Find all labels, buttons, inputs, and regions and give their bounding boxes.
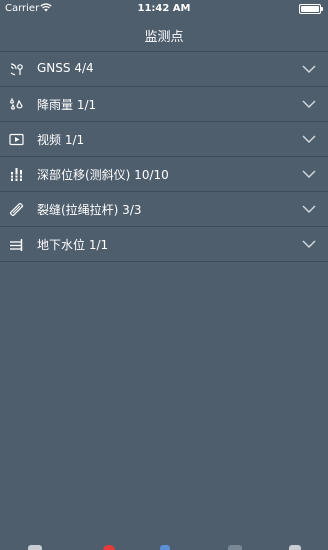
list-item-deep-displacement[interactable]: 深部位移(测斜仪) 10/10 xyxy=(0,157,328,192)
list-item-gnss[interactable]: GNSS 4/4 xyxy=(0,52,328,87)
list-item-crack[interactable]: 裂缝(拉绳拉杆) 3/3 xyxy=(0,192,328,227)
rain-drops-icon xyxy=(9,97,23,110)
navigation-bar: 监测点 xyxy=(0,18,328,52)
chevron-down-icon xyxy=(302,100,316,108)
chevron-down-icon xyxy=(302,135,316,143)
tab-icon[interactable] xyxy=(28,545,42,550)
video-play-icon xyxy=(9,133,24,146)
clock: 11:42 AM xyxy=(137,3,191,14)
list-item-label: 裂缝(拉绳拉杆) 3/3 xyxy=(37,203,142,217)
battery-icon xyxy=(299,4,323,14)
page-title: 监测点 xyxy=(144,30,184,45)
tab-icon[interactable] xyxy=(160,545,170,550)
status-bar: Carrier 11:42 AM xyxy=(0,0,328,18)
monitoring-point-list: GNSS 4/4 降雨量 1/1 视频 1/1 深部位移(测斜仪) 10/10 … xyxy=(0,52,328,262)
crack-gauge-icon xyxy=(9,202,24,217)
list-item-video[interactable]: 视频 1/1 xyxy=(0,122,328,157)
list-item-label: 深部位移(测斜仪) 10/10 xyxy=(37,168,169,182)
list-item-groundwater[interactable]: 地下水位 1/1 xyxy=(0,227,328,262)
chevron-down-icon xyxy=(302,205,316,213)
satellite-signal-icon xyxy=(10,63,23,76)
list-item-label: 视频 1/1 xyxy=(37,133,85,147)
chevron-down-icon xyxy=(302,170,316,178)
tab-icon[interactable] xyxy=(228,545,242,550)
list-item-label: 地下水位 1/1 xyxy=(37,238,109,252)
chevron-down-icon xyxy=(302,240,316,248)
chevron-down-icon xyxy=(302,65,316,73)
water-level-icon xyxy=(10,239,23,251)
tab-bar xyxy=(0,543,328,550)
list-item-rainfall[interactable]: 降雨量 1/1 xyxy=(0,87,328,122)
list-item-label: GNSS 4/4 xyxy=(37,61,94,75)
tab-icon[interactable] xyxy=(289,545,301,550)
inclinometer-icon xyxy=(9,168,24,181)
tab-icon[interactable] xyxy=(103,545,115,550)
list-item-label: 降雨量 1/1 xyxy=(37,98,97,112)
